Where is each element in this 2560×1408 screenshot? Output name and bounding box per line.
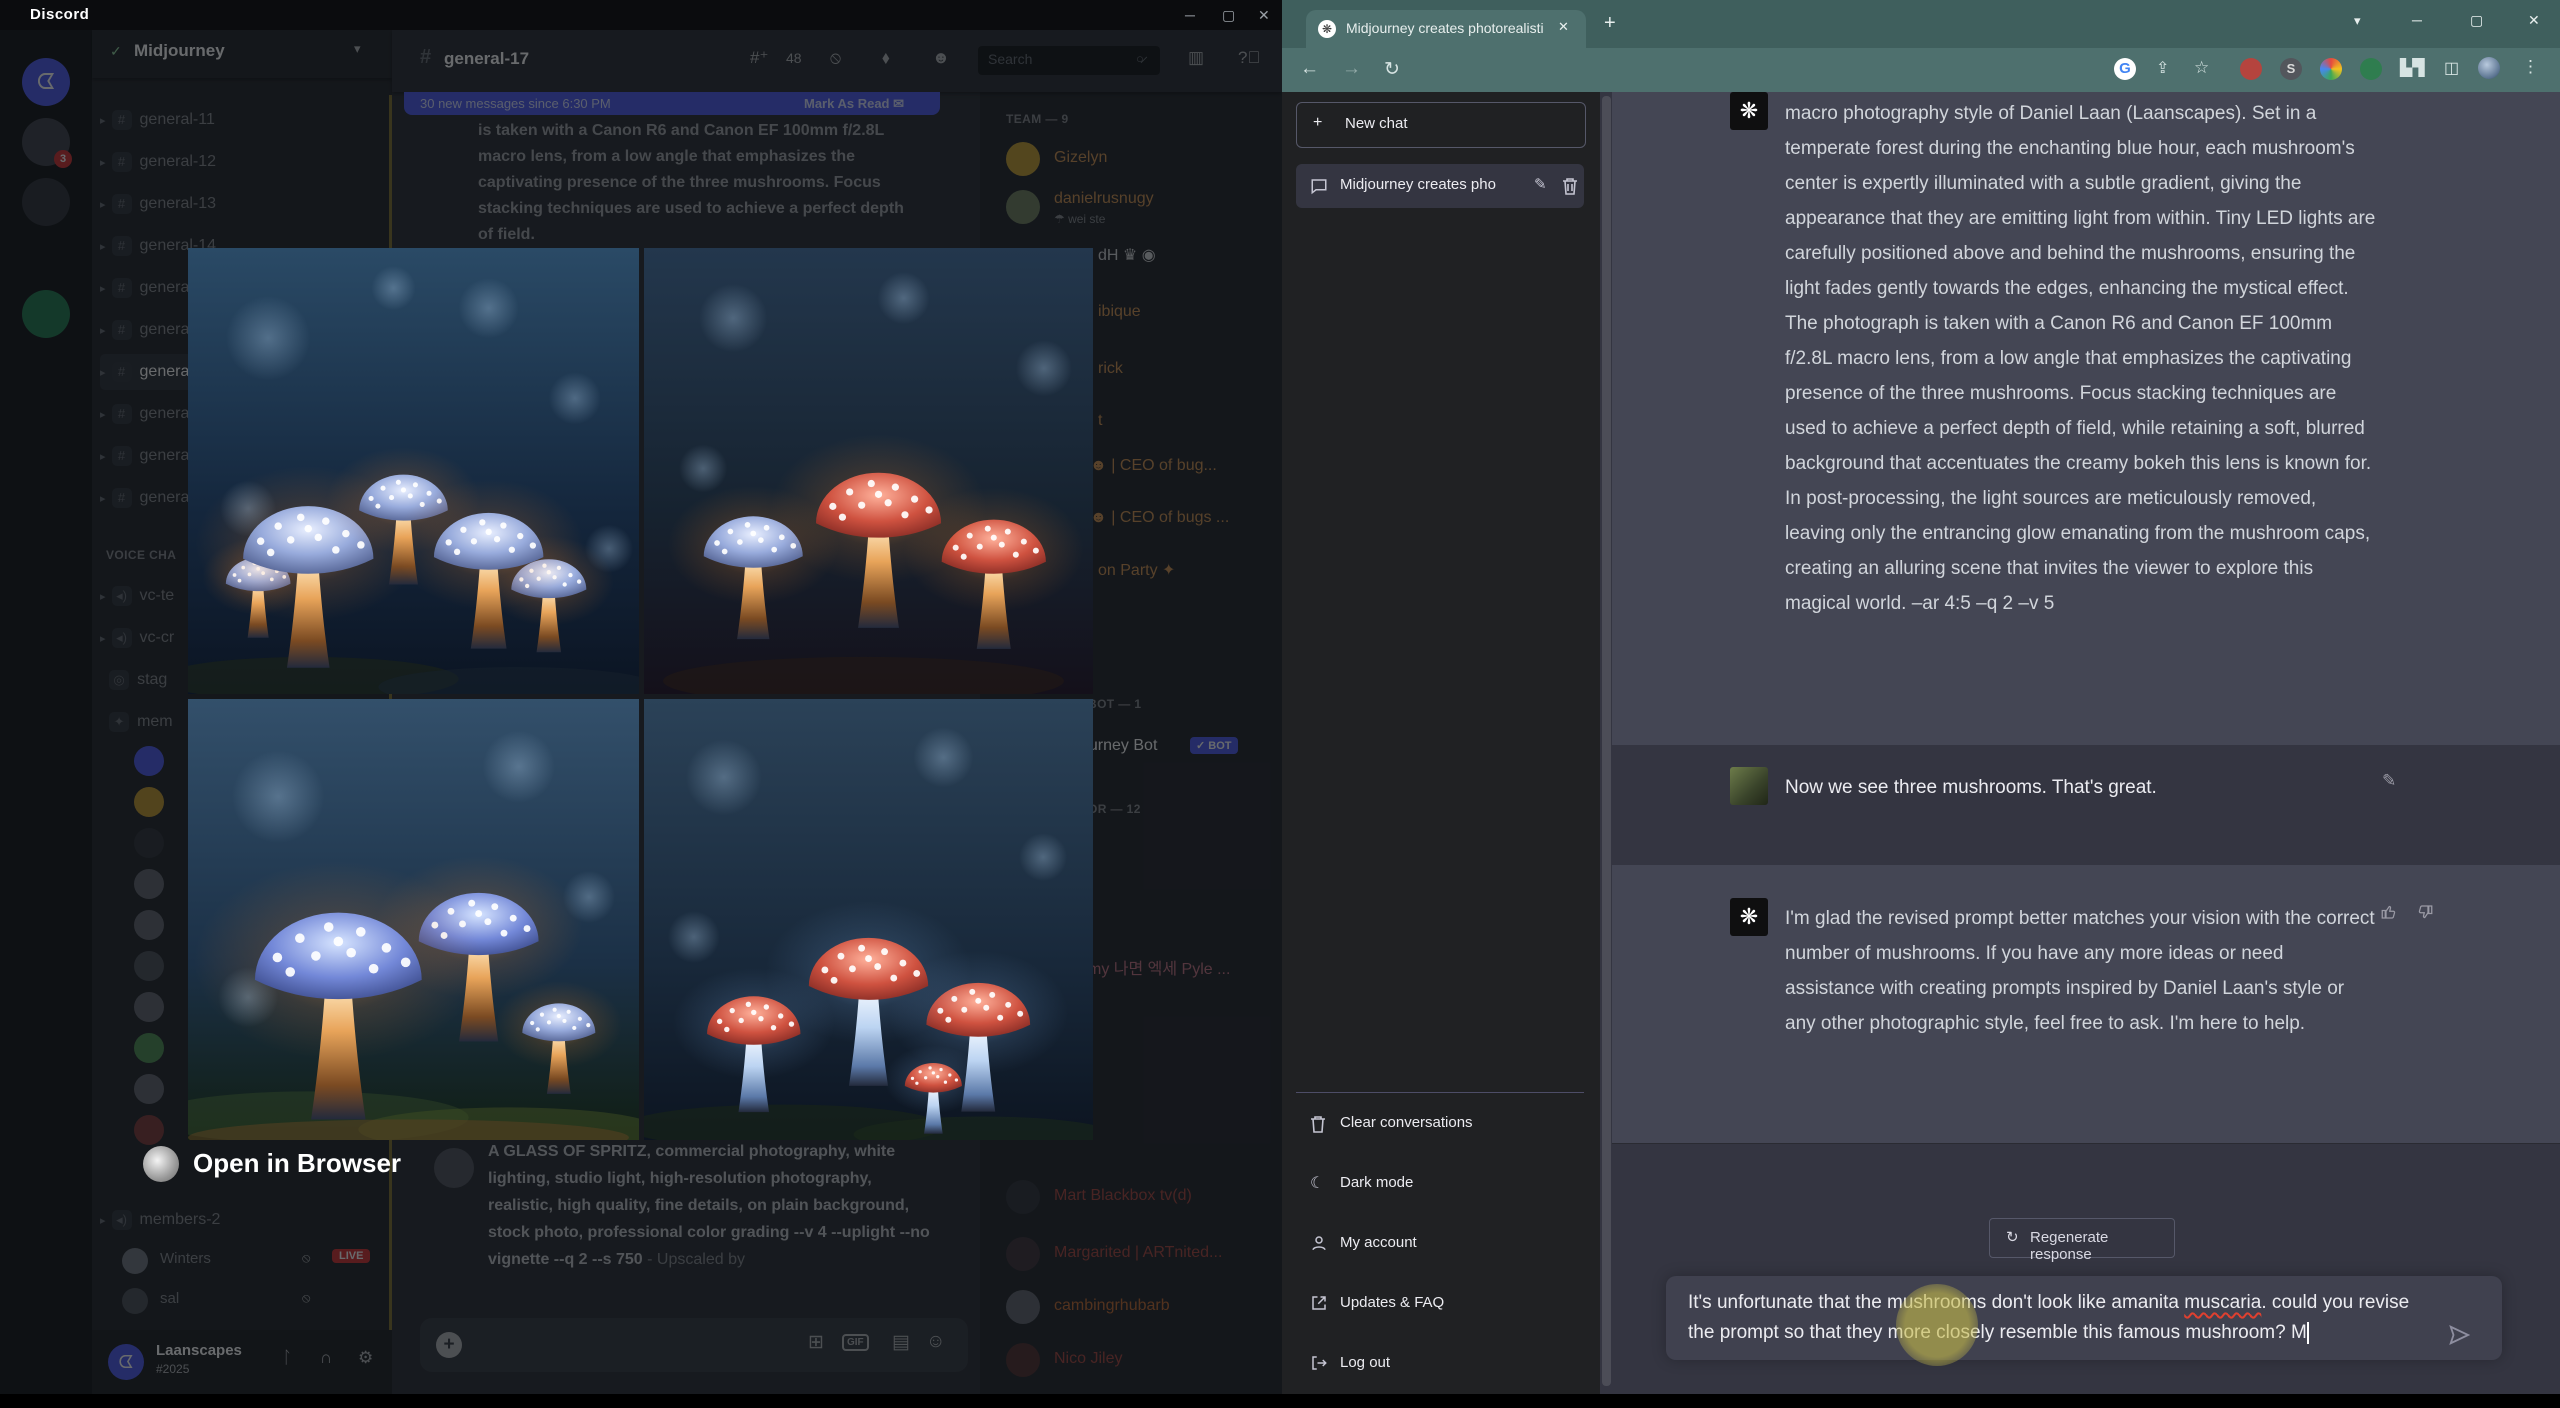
kebab-menu-icon[interactable]: ⋮ [2522,57,2539,77]
person-icon [1312,1236,1326,1251]
browser-tab[interactable]: ❋ Midjourney creates photorealisti ✕ [1306,10,1586,48]
chatgpt-sidebar: + New chat Midjourney creates pho ✎ Clea… [1282,92,1600,1394]
chrome-window: ❋ Midjourney creates photorealisti ✕ + ▾… [1282,0,2560,1394]
image-preview-modal: Open in Browser [143,248,1093,1188]
openai-avatar: ❋ [1730,92,1768,130]
assistant-message-text: macro photography style of Daniel Laan (… [1785,103,2376,614]
extension-icon[interactable] [2240,58,2262,80]
discord-titlebar: Discord ─ ▢ ✕ [0,0,1282,30]
chatgpt-page: + New chat Midjourney creates pho ✎ Clea… [1282,92,2560,1394]
thumbs-down-icon[interactable] [2416,903,2434,921]
prompt-input-text: It's unfortunate that the mushrooms don'… [1688,1292,2410,1344]
logout-icon [1312,1356,1327,1370]
conversation-item[interactable]: Midjourney creates pho ✎ [1296,164,1584,208]
openai-avatar: ❋ [1730,898,1768,936]
refresh-icon: ↻ [2006,1229,2019,1246]
discord-minimize-button[interactable]: ─ [1185,7,1195,23]
thumbs-up-icon[interactable] [2380,903,2398,921]
window-maximize-button[interactable]: ▢ [2470,12,2483,29]
sidebar-item-clear-conversations[interactable]: Clear conversations [1296,1102,1584,1146]
avatar [143,1146,179,1182]
assistant-message-row: ❋ macro photography style of Daniel Laan… [1612,92,2560,746]
scrollbar[interactable] [1602,96,1611,1386]
tab-strip: ❋ Midjourney creates photorealisti ✕ + ▾… [1282,0,2560,48]
regenerate-response-button[interactable]: ↻ Regenerate response [1989,1218,2175,1263]
divider [1296,1092,1584,1093]
forward-button[interactable]: → [1342,58,1361,80]
window-chevron-icon[interactable]: ▾ [2354,13,2361,29]
new-chat-button[interactable]: + New chat [1296,102,1586,148]
text-caret [2306,1321,2309,1344]
sidebar-item-log-out[interactable]: Log out [1296,1342,1584,1386]
generated-image-bottom-left[interactable] [188,699,639,1140]
reload-button[interactable]: ↻ [1384,58,1400,81]
discord-close-button[interactable]: ✕ [1258,7,1270,24]
side-panel-icon[interactable]: ◫ [2444,58,2459,78]
desktop-strip [0,1394,2560,1408]
share-icon[interactable]: ⇪ [2156,58,2169,78]
open-in-browser-link[interactable]: Open in Browser [193,1148,401,1179]
extension-icon-s[interactable]: S [2280,58,2302,80]
user-message-text: Now we see three mushrooms. That's great… [1785,777,2157,798]
plus-icon: + [1313,114,1323,131]
tab-favicon-openai: ❋ [1318,20,1336,38]
google-profile-icon[interactable]: G [2114,58,2136,80]
trash-icon [1311,1116,1325,1133]
misspelled-word: muscaria [2184,1292,2262,1313]
discord-window-title: Discord [30,6,90,23]
chat-bubble-icon [1311,179,1327,195]
window-minimize-button[interactable]: ─ [2412,12,2422,28]
discord-maximize-button[interactable]: ▢ [1222,7,1235,24]
tab-title: Midjourney creates photorealisti [1346,20,1544,36]
moon-icon: ☾ [1310,1175,1325,1192]
edit-pencil-icon[interactable]: ✎ [2382,771,2396,791]
bookmark-star-icon[interactable]: ☆ [2194,58,2209,78]
prompt-input[interactable]: It's unfortunate that the mushrooms don'… [1666,1276,2502,1360]
generated-image-top-right[interactable] [644,248,1093,694]
profile-avatar[interactable] [2478,57,2500,79]
extensions-puzzle-icon[interactable]: ▙▜ [2400,58,2425,78]
edit-pencil-icon[interactable]: ✎ [1534,175,1547,193]
assistant-message-text: I'm glad the revised prompt better match… [1785,908,2375,1034]
window-close-button[interactable]: ✕ [2528,12,2540,29]
back-button[interactable]: ← [1300,58,1319,80]
extension-icon-green[interactable] [2360,58,2382,80]
send-icon[interactable] [2448,1324,2470,1346]
generated-image-top-left[interactable] [188,248,639,694]
extension-icon-colorwheel[interactable] [2320,58,2342,80]
assistant-message-row: ❋ I'm glad the revised prompt better mat… [1612,865,2560,1144]
click-highlight [1896,1284,1978,1366]
trash-icon[interactable] [1562,177,1578,195]
discord-window: Discord ─ ▢ ✕ ᗧ 3 ✓ Midjourney ▾ ▸#gener… [0,0,1282,1394]
external-link-icon [1312,1296,1326,1310]
generated-image-bottom-right[interactable] [644,699,1093,1140]
tab-close-icon[interactable]: ✕ [1558,19,1569,35]
browser-toolbar: ← → ↻ ⚿ chat.openai.com/chat?model=gpt-4… [1282,48,2560,135]
user-message-row: Now we see three mushrooms. That's great… [1612,745,2560,865]
sidebar-item-my-account[interactable]: My account [1296,1222,1584,1266]
user-avatar [1730,767,1768,805]
new-tab-button[interactable]: + [1604,12,1616,35]
sidebar-item-updates-faq[interactable]: Updates & FAQ [1296,1282,1584,1326]
sidebar-item-dark-mode[interactable]: ☾ Dark mode [1296,1162,1584,1206]
